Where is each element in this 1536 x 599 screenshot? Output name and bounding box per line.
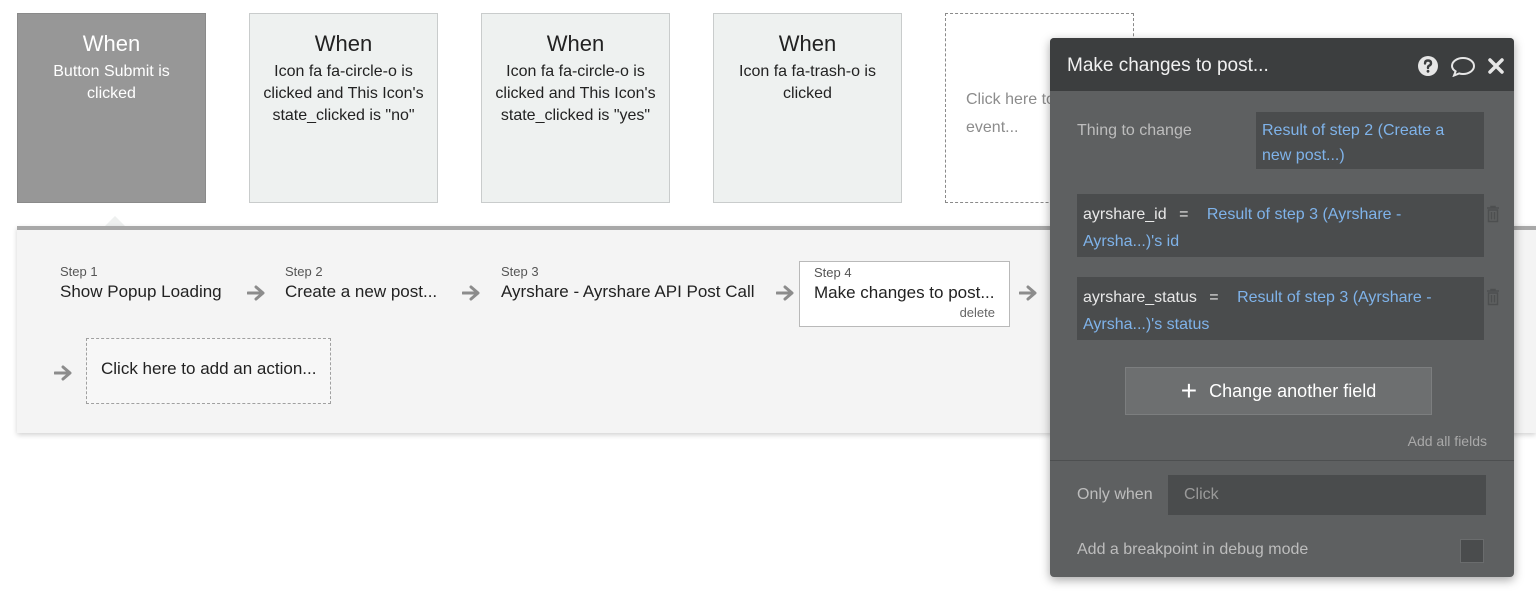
field-name: ayrshare_status	[1083, 289, 1197, 306]
thing-to-change-value[interactable]: Result of step 2 (Create a new post...)	[1256, 112, 1484, 169]
step-name: Create a new post...	[285, 282, 438, 301]
field-row-ayrshare-id[interactable]: ayrshare_id = Result of step 3 (Ayrshare…	[1077, 194, 1484, 257]
thing-to-change-label: Thing to change	[1077, 122, 1192, 139]
event-description: Icon fa fa-trash-o is clicked	[739, 63, 876, 102]
field-name: ayrshare_id	[1083, 206, 1167, 223]
step-number: Step 1	[60, 264, 98, 279]
step-name: Make changes to post...	[814, 283, 995, 302]
change-another-field-label: Change another field	[1209, 381, 1377, 401]
only-when-label: Only when	[1077, 486, 1153, 503]
event-when-label: When	[778, 31, 837, 56]
change-another-field-button[interactable]: + Change another field	[1125, 367, 1432, 415]
help-icon[interactable]	[1417, 55, 1439, 77]
step-number: Step 4	[814, 265, 852, 280]
arrow-right-icon	[776, 285, 794, 301]
event-card-trash[interactable]: When Icon fa fa-trash-o is clicked	[713, 13, 902, 203]
field-row-ayrshare-status[interactable]: ayrshare_status = Result of step 3 (Ayrs…	[1077, 277, 1484, 340]
editor-title: Make changes to post...	[1067, 55, 1269, 76]
step-name: Show Popup Loading	[60, 282, 222, 301]
breakpoint-checkbox[interactable]	[1460, 539, 1484, 563]
step-number: Step 3	[501, 264, 539, 279]
property-editor: Make changes to post... Thing to change …	[1050, 38, 1514, 577]
step-number: Step 2	[285, 264, 323, 279]
arrow-right-icon	[1019, 285, 1037, 301]
step-4[interactable]: Step 4 Make changes to post... delete	[799, 261, 1010, 327]
plus-icon: +	[1180, 375, 1198, 406]
event-card-circle-no[interactable]: When Icon fa fa-circle-o is clicked and …	[249, 13, 438, 203]
step-3[interactable]: Step 3 Ayrshare - Ayrshare API Post Call	[501, 264, 755, 302]
event-when-label: When	[82, 31, 141, 56]
event-description: Button Submit is clicked	[53, 63, 170, 102]
delete-step-link[interactable]: delete	[960, 305, 995, 320]
arrow-right-icon	[462, 285, 480, 301]
step-2[interactable]: Step 2 Create a new post...	[285, 264, 437, 302]
comment-icon[interactable]	[1450, 55, 1476, 77]
equals-sign: =	[1209, 289, 1219, 306]
step-name: Ayrshare - Ayrshare API Post Call	[501, 282, 755, 301]
event-when-label: When	[546, 31, 605, 56]
breakpoint-label: Add a breakpoint in debug mode	[1077, 541, 1309, 558]
event-when-label: When	[314, 31, 373, 56]
event-description: Icon fa fa-circle-o is clicked and This …	[495, 63, 656, 124]
editor-header: Make changes to post...	[1050, 38, 1514, 91]
close-icon[interactable]	[1487, 55, 1505, 77]
equals-sign: =	[1179, 206, 1189, 223]
divider	[1050, 460, 1514, 461]
arrow-right-icon	[247, 285, 265, 301]
trash-icon[interactable]	[1486, 205, 1500, 223]
add-all-fields-link[interactable]: Add all fields	[1408, 433, 1487, 449]
event-description: Icon fa fa-circle-o is clicked and This …	[263, 63, 424, 124]
arrow-right-icon	[54, 365, 72, 381]
event-card-button-submit[interactable]: When Button Submit is clicked	[17, 13, 206, 203]
event-card-circle-yes[interactable]: When Icon fa fa-circle-o is clicked and …	[481, 13, 670, 203]
only-when-input[interactable]: Click	[1168, 475, 1486, 515]
step-1[interactable]: Step 1 Show Popup Loading	[60, 264, 222, 302]
add-action-button[interactable]: Click here to add an action...	[86, 338, 331, 404]
trash-icon[interactable]	[1486, 288, 1500, 306]
